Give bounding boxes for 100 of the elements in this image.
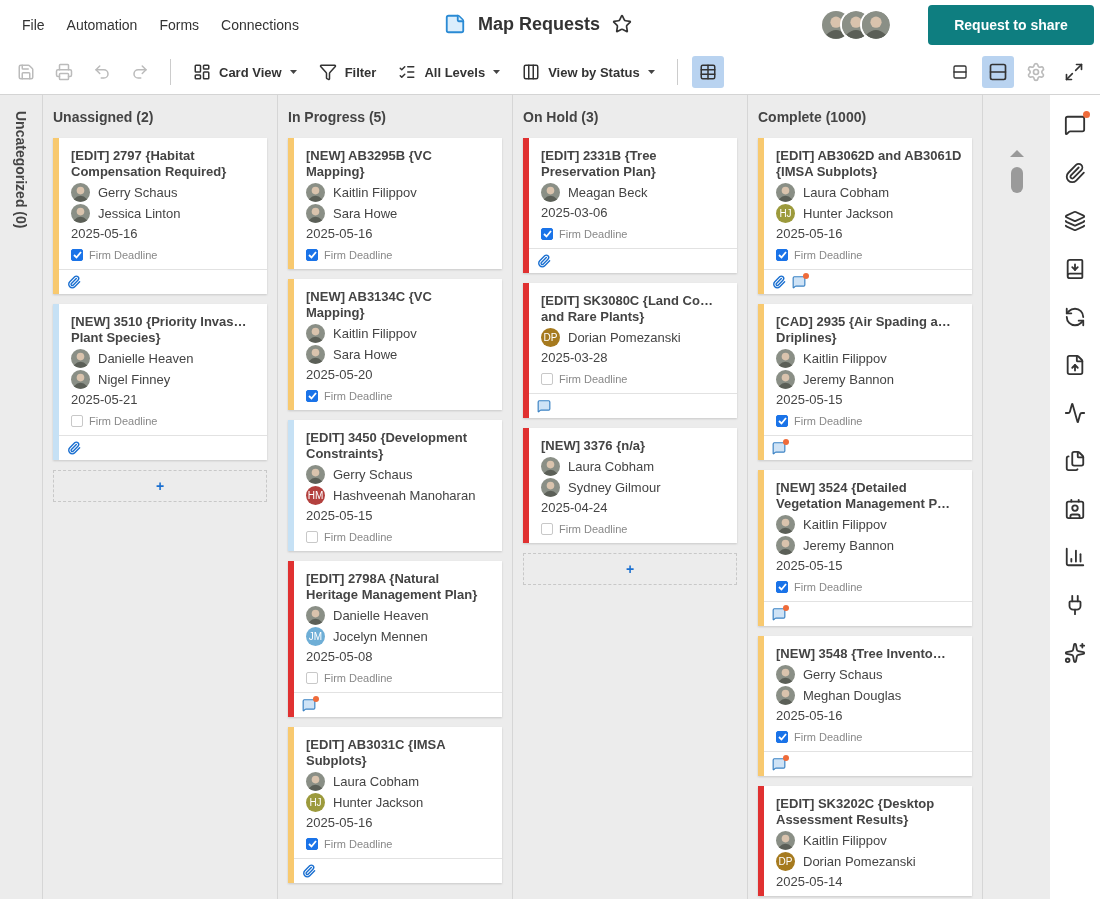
menu-item[interactable]: Connections [211, 13, 309, 37]
attachment-icon[interactable] [537, 254, 551, 268]
card[interactable]: [EDIT] AB3031C {IMSA Subplots} Laura Cobham HJ Hunter Jackson 2025-05-16 Firm Deadline [288, 727, 502, 883]
avatar-initials: JM [306, 627, 325, 646]
refresh-icon [1064, 306, 1086, 328]
card[interactable]: [EDIT] 3450 {Development Constraints} Gerry Schaus HM Hashveenah Manoharan 2025-05-15 Firm Deadline [288, 420, 502, 551]
card[interactable]: [EDIT] AB3062D and AB3061D {IMSA Subplots} Laura Cobham HJ Hunter Jackson 2025-05-16 Firm Deadline [758, 138, 972, 294]
comment-icon[interactable] [772, 607, 786, 621]
assignee-name: Hashveenah Manoharan [333, 488, 476, 503]
card[interactable]: [CAD] 2935 {Air Spading a… Driplines} Kaitlin Filippov Jeremy Bannon 2025-05-15 Firm Deadline [758, 304, 972, 460]
card[interactable]: [EDIT] 2331B {Tree Preservation Plan} Meagan Beck 2025-03-06 Firm Deadline [523, 138, 737, 273]
checkbox[interactable] [306, 248, 318, 261]
due-date: 2025-03-06 [541, 204, 609, 222]
checkbox[interactable] [306, 671, 318, 684]
checkbox-label: Firm Deadline [559, 372, 628, 385]
avatar-icon [541, 183, 560, 202]
attachment-icon[interactable] [67, 441, 81, 455]
assignee-name: Kaitlin Filippov [803, 517, 887, 532]
avatar-icon [541, 478, 560, 497]
checkbox[interactable] [776, 580, 788, 593]
card[interactable]: [EDIT] SK3202C {Desktop Assessment Results} Kaitlin Filippov DP Dorian Pomezanski 2025-05-14 [758, 786, 972, 896]
toolbar-button[interactable]: Filter [310, 59, 385, 85]
comment-icon[interactable] [772, 757, 786, 771]
bar-chart-icon [1064, 546, 1086, 568]
comment-icon[interactable] [792, 275, 806, 289]
checkbox[interactable] [541, 372, 553, 385]
checkbox[interactable] [71, 414, 83, 427]
card[interactable]: [EDIT] SK3080C {Land Co… and Rare Plants} DP Dorian Pomezanski 2025-03-28 Firm Deadline [523, 283, 737, 418]
card[interactable]: [NEW] 3524 {Detailed Vegetation Management P… Kaitlin Filippov Jeremy Bannon 2025-05-15 Firm Deadline [758, 470, 972, 626]
assignee-name: Jessica Linton [98, 206, 181, 221]
assignee-name: Sara Howe [333, 347, 398, 362]
card[interactable]: [NEW] 3548 {Tree Invento… Gerry Schaus Meghan Douglas 2025-05-16 Firm Deadline [758, 636, 972, 776]
toolbar-dropdown[interactable]: Card View [185, 59, 305, 85]
comment-icon[interactable] [772, 441, 786, 455]
assignee-name: Laura Cobham [803, 185, 889, 200]
checkbox[interactable] [306, 530, 318, 543]
avatar-initials: HJ [306, 793, 325, 812]
add-card-button[interactable]: + [53, 470, 267, 502]
checkbox[interactable] [71, 248, 83, 261]
card[interactable]: [EDIT] 2797 {Habitat Compensation Required} Gerry Schaus Jessica Linton 2025-05-16 Firm Deadline [53, 138, 267, 294]
expanded-layout-button[interactable] [982, 56, 1014, 88]
checkbox[interactable] [776, 730, 788, 743]
avatar-icon [776, 370, 795, 389]
scrollbar-drawing[interactable] [1008, 149, 1025, 195]
file-upload-icon [1064, 354, 1086, 376]
attachment-icon[interactable] [772, 275, 786, 289]
comment-icon[interactable] [302, 698, 316, 712]
attachment-icon[interactable] [302, 864, 316, 878]
menu-item[interactable]: Forms [149, 13, 210, 37]
due-date: 2025-05-15 [776, 557, 844, 575]
assignee-name: Jocelyn Mennen [333, 629, 428, 644]
due-date: 2025-03-28 [541, 349, 609, 367]
avatar-icon [776, 686, 795, 705]
due-date: 2025-04-24 [541, 499, 609, 517]
sparkles-icon [1064, 642, 1086, 664]
toolbar-dropdown[interactable]: View by Status [514, 59, 663, 85]
assignee-name: Dorian Pomezanski [568, 330, 681, 345]
card[interactable]: [EDIT] 2798A {Natural Heritage Management Plan} Danielle Heaven JM Jocelyn Mennen 2025-05-08 Firm Deadline [288, 561, 502, 717]
assignee-name: Laura Cobham [568, 459, 654, 474]
checkbox[interactable] [541, 227, 553, 240]
card[interactable]: [NEW] AB3295B {VC Mapping} Kaitlin Filippov Sara Howe 2025-05-16 Firm Deadline [288, 138, 502, 269]
menu-item[interactable]: File [12, 13, 55, 37]
toolbar-dropdown[interactable]: All Levels [390, 59, 509, 85]
checkbox[interactable] [306, 389, 318, 402]
avatar-icon [306, 204, 325, 223]
comment-icon[interactable] [537, 399, 551, 413]
checkbox[interactable] [776, 248, 788, 261]
checkbox[interactable] [541, 522, 553, 535]
card[interactable]: [NEW] AB3134C {VC Mapping} Kaitlin Filippov Sara Howe 2025-05-20 Firm Deadline [288, 279, 502, 410]
checkbox-label: Firm Deadline [559, 522, 628, 535]
menu-item[interactable]: Automation [56, 13, 148, 37]
card[interactable]: [NEW] 3376 {n/a} Laura Cobham Sydney Gilmour 2025-04-24 Firm Deadline [523, 428, 737, 543]
column-title[interactable]: Uncategorized (0) [13, 111, 29, 229]
assignee-name: Kaitlin Filippov [803, 833, 887, 848]
table-icon [698, 63, 717, 81]
checkbox-label: Firm Deadline [794, 248, 863, 261]
avatar-icon [306, 465, 325, 484]
avatar-initials: HJ [776, 204, 795, 223]
add-card-button[interactable]: + [523, 553, 737, 585]
checkbox-label: Firm Deadline [794, 730, 863, 743]
attachment-icon[interactable] [67, 275, 81, 289]
assignee-name: Kaitlin Filippov [803, 351, 887, 366]
avatar-icon [71, 183, 90, 202]
assignee-name: Kaitlin Filippov [333, 185, 417, 200]
grid-view-button[interactable] [691, 56, 724, 88]
due-date: 2025-05-15 [306, 507, 374, 525]
card-title: [CAD] 2935 {Air Spading a… Driplines} [776, 314, 952, 346]
card[interactable]: [NEW] 3510 {Priority Invas… Plant Species} Danielle Heaven Nigel Finney 2025-05-21 Firm Deadline [53, 304, 267, 460]
due-date: 2025-05-21 [71, 391, 139, 409]
request-to-share-button[interactable]: Request to share [928, 5, 1094, 45]
columns-icon [522, 63, 541, 81]
due-date: 2025-05-16 [776, 707, 844, 725]
star-icon[interactable] [612, 14, 633, 34]
assignee-name: Danielle Heaven [333, 608, 429, 623]
checkbox[interactable] [306, 837, 318, 850]
checkbox-label: Firm Deadline [89, 414, 158, 427]
expand-icon [1064, 62, 1084, 82]
assignee-name: Meghan Douglas [803, 688, 902, 703]
due-date: 2025-05-20 [306, 366, 374, 384]
checkbox[interactable] [776, 414, 788, 427]
